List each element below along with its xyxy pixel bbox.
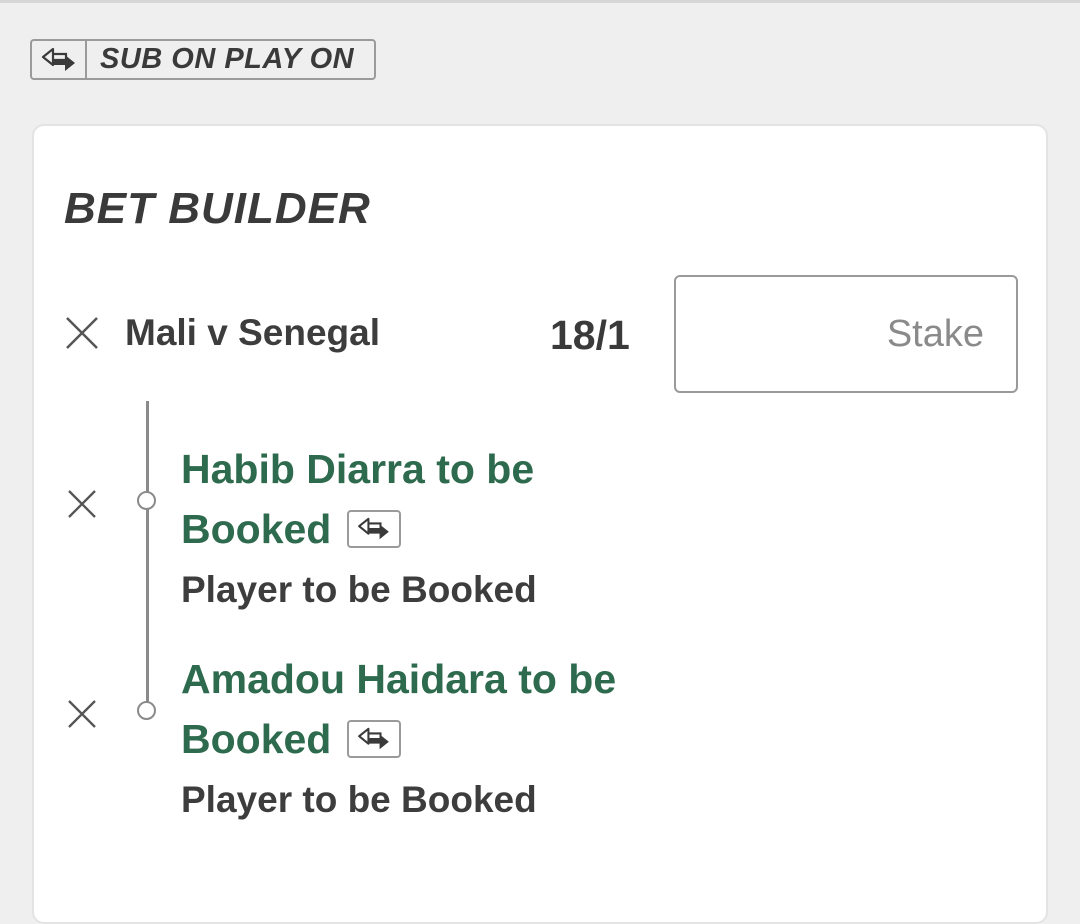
selection-connector-line xyxy=(146,401,149,711)
selection-title: Habib Diarra to be Booked xyxy=(181,439,681,559)
card-title: BET BUILDER xyxy=(64,184,371,233)
odds-value: 18/1 xyxy=(550,312,630,358)
swap-arrows-icon xyxy=(347,510,402,549)
top-divider xyxy=(0,0,1080,3)
remove-selection-close-icon[interactable] xyxy=(66,488,98,520)
market-name: Player to be Booked xyxy=(181,779,537,820)
stake-input[interactable] xyxy=(674,275,1018,393)
sub-on-play-on-badge: SUB ON PLAY ON xyxy=(30,39,376,80)
selection-title-line: Booked xyxy=(181,716,332,762)
selection-title-line: Booked xyxy=(181,506,332,552)
bet-builder-card: BET BUILDER Mali v Senegal 18/1 Habib Di… xyxy=(32,124,1048,924)
swap-arrows-icon xyxy=(347,720,402,759)
sub-badge-label: SUB ON PLAY ON xyxy=(100,43,355,75)
selection-node xyxy=(137,491,156,510)
remove-selection-close-icon[interactable] xyxy=(66,698,98,730)
selection-title-line: Amadou Haidara to be xyxy=(181,656,617,702)
swap-arrows-icon xyxy=(32,41,87,78)
selection-title-line: Habib Diarra to be xyxy=(181,446,535,492)
market-name: Player to be Booked xyxy=(181,569,537,610)
selection-title: Amadou Haidara to be Booked xyxy=(181,649,681,769)
selection-node xyxy=(137,701,156,720)
match-name: Mali v Senegal xyxy=(125,312,380,353)
remove-bet-close-icon[interactable] xyxy=(64,315,100,351)
